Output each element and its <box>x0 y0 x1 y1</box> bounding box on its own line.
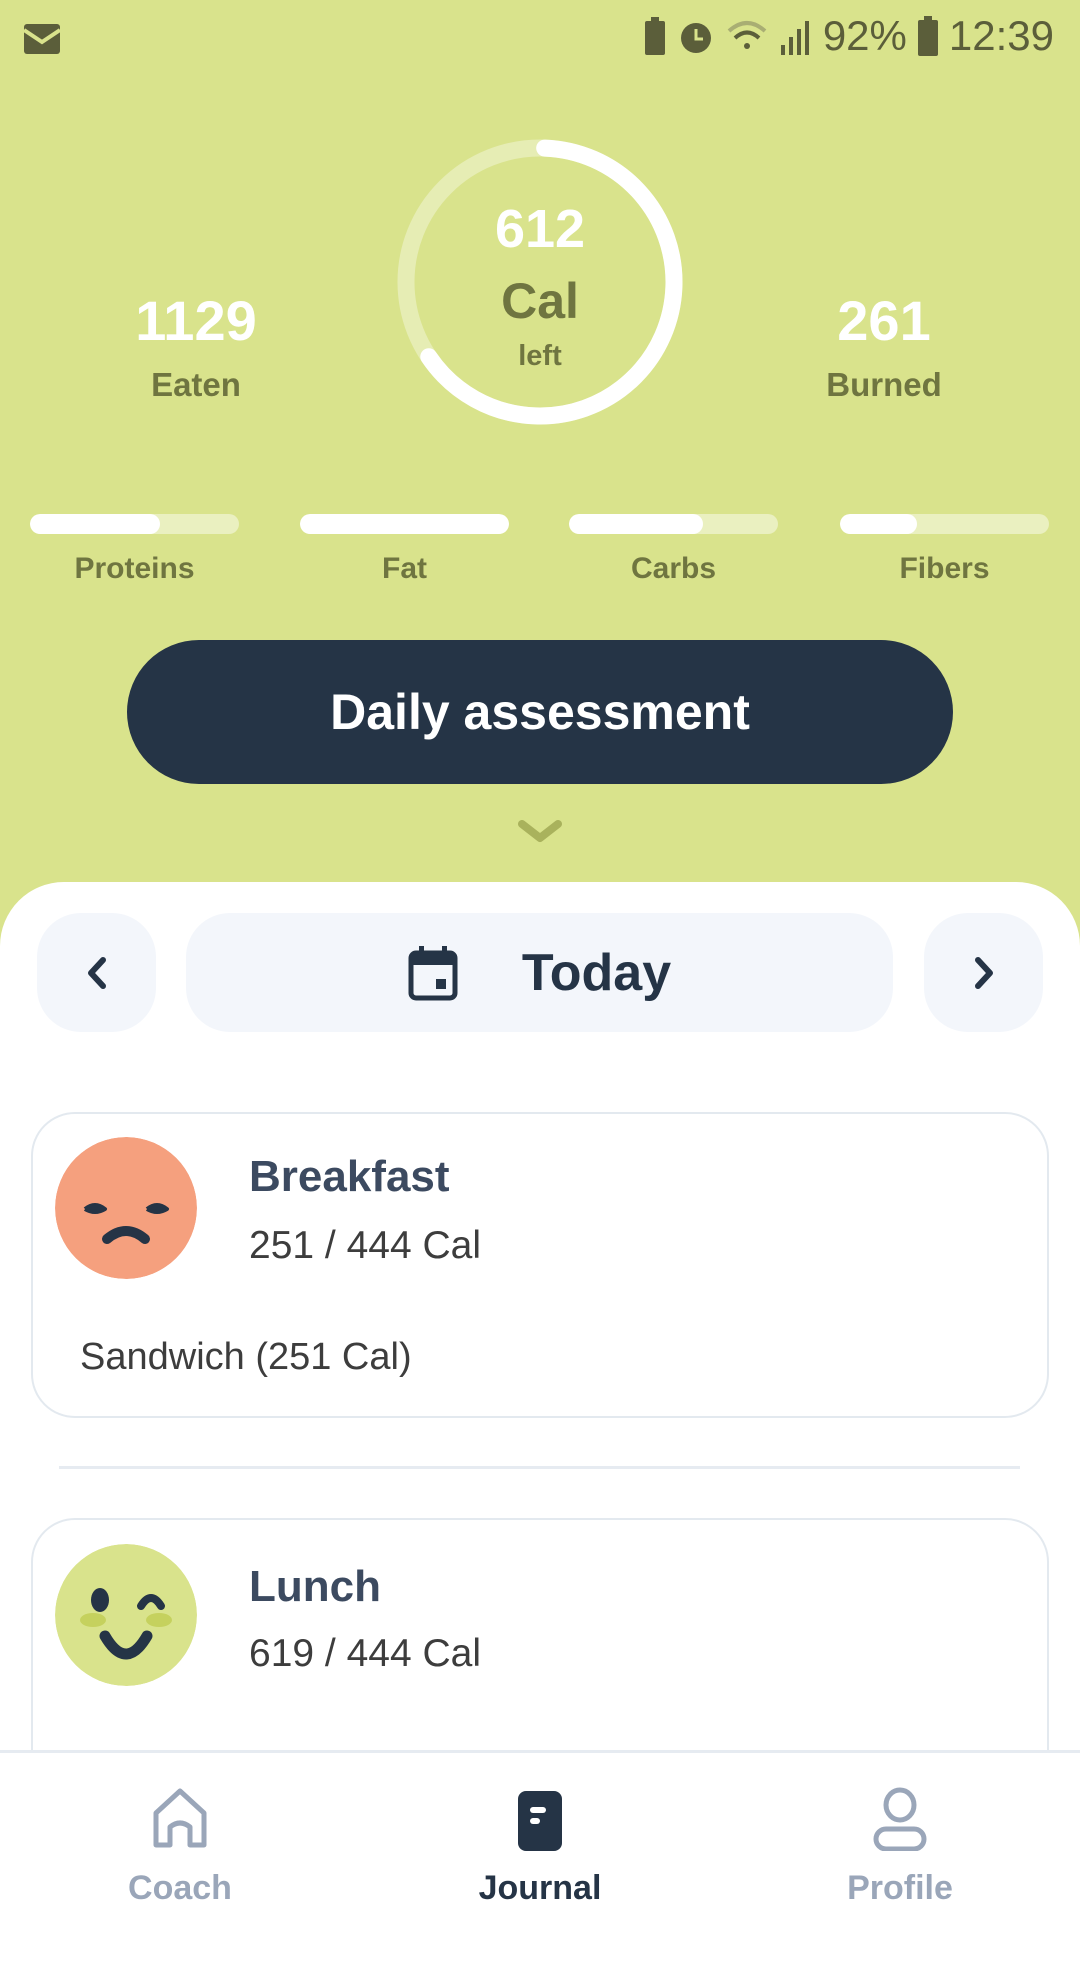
date-selector[interactable]: Today <box>186 913 893 1032</box>
calories-left-label: left <box>518 340 562 372</box>
chevron-right-icon <box>974 956 993 989</box>
signal-icon <box>780 21 809 55</box>
macro-progress-fill <box>30 514 160 534</box>
eaten-value: 1129 <box>135 289 257 352</box>
clock: 12:39 <box>948 12 1054 59</box>
bottom-navigation: Coach Journal Profile <box>0 1750 1080 1920</box>
meal-title: Breakfast <box>249 1152 450 1201</box>
tab-profile[interactable]: Profile <box>750 1753 1050 1923</box>
eaten-label: Eaten <box>151 366 241 403</box>
sad-face-icon <box>55 1137 197 1279</box>
meal-food-item[interactable]: Sandwich (251 Cal) <box>80 1336 412 1379</box>
macro-label: Proteins <box>74 552 195 585</box>
email-icon <box>24 24 60 54</box>
calories-unit: Cal <box>501 273 579 329</box>
burned-label: Burned <box>826 366 942 403</box>
divider <box>59 1466 1020 1469</box>
tab-label: Coach <box>128 1869 232 1907</box>
burned-value: 261 <box>837 289 931 352</box>
macro-progress-carbs <box>569 514 778 534</box>
meal-calories: 619 / 444 Cal <box>249 1632 482 1675</box>
previous-day-button[interactable] <box>37 913 156 1032</box>
wifi-icon <box>727 21 767 49</box>
macro-progress-proteins <box>30 514 239 534</box>
tab-coach[interactable]: Coach <box>30 1753 330 1923</box>
macro-progress-fibers <box>840 514 1049 534</box>
battery-saver-icon <box>644 17 665 55</box>
macro-label: Fat <box>382 552 427 585</box>
date-label: Today <box>521 943 672 1002</box>
macro-progress-fat <box>300 514 509 534</box>
meal-card-breakfast[interactable]: Breakfast 251 / 444 Cal Sandwich (251 Ca… <box>31 1112 1049 1418</box>
status-bar: 92% 12:39 <box>0 0 1080 72</box>
battery-icon <box>917 16 938 56</box>
wink-face-icon <box>55 1544 197 1686</box>
macro-progress-fill <box>300 514 509 534</box>
macro-label: Fibers <box>899 552 990 585</box>
alarm-icon <box>680 23 711 53</box>
next-day-button[interactable] <box>924 913 1043 1032</box>
chevron-left-icon <box>87 956 106 989</box>
calories-left-value: 612 <box>494 199 586 259</box>
meal-calories: 251 / 444 Cal <box>249 1224 482 1267</box>
macro-label: Carbs <box>630 552 717 585</box>
daily-assessment-button[interactable]: Daily assessment <box>127 640 953 784</box>
profile-icon <box>873 1787 927 1851</box>
battery-percent: 92% <box>822 12 907 59</box>
tab-label: Journal <box>478 1869 602 1907</box>
chevron-down-icon[interactable] <box>518 820 562 844</box>
tab-journal[interactable]: Journal <box>390 1753 690 1923</box>
macro-progress-fill <box>840 514 918 534</box>
journal-icon <box>518 1791 562 1851</box>
meal-title: Lunch <box>249 1562 381 1611</box>
macro-progress-fill <box>569 514 703 534</box>
home-icon <box>153 1788 207 1848</box>
calendar-icon <box>408 945 458 1000</box>
tab-label: Profile <box>847 1869 953 1907</box>
